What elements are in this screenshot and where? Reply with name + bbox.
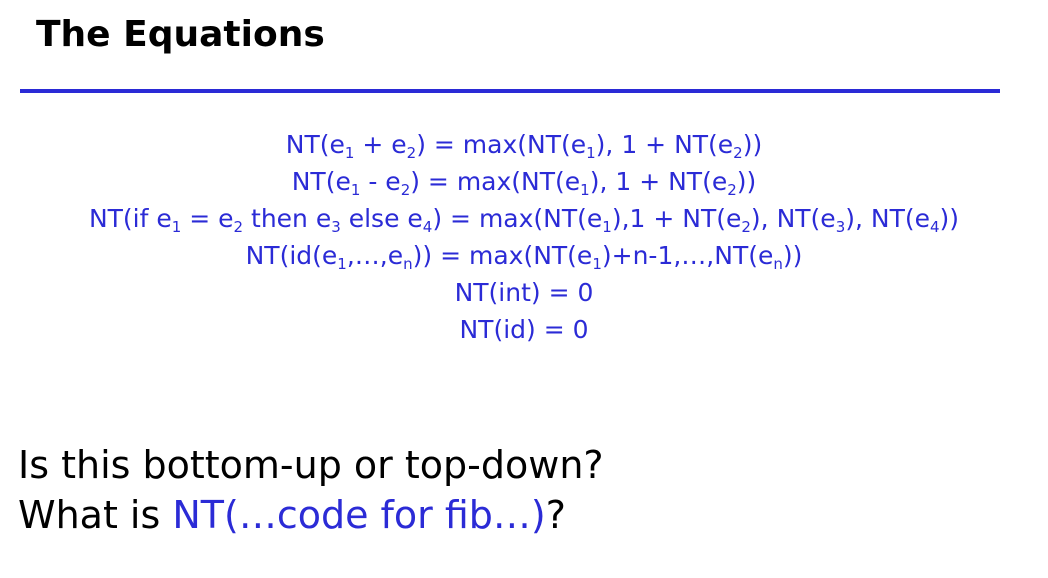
eq-text: = e bbox=[181, 204, 234, 233]
eq-subscript: 4 bbox=[422, 218, 433, 236]
eq-subscript: 2 bbox=[727, 181, 737, 199]
equation-int: NT(int) = 0 bbox=[454, 278, 594, 307]
eq-text: )) bbox=[742, 130, 763, 159]
question-fib-highlight: NT(…code for fib…) bbox=[172, 493, 546, 537]
eq-subscript: 3 bbox=[331, 218, 341, 236]
eq-text: )) bbox=[782, 241, 803, 270]
eq-text: )) bbox=[736, 167, 757, 196]
equation-minus: NT(e1 - e2) = max(NT(e1), 1 + NT(e2)) bbox=[0, 163, 1048, 200]
slide-title: The Equations bbox=[36, 14, 325, 55]
question-fib-prefix: What is bbox=[18, 493, 173, 537]
eq-text: ) = max(NT(e bbox=[416, 130, 587, 159]
eq-subscript: 2 bbox=[741, 218, 751, 236]
eq-text: ), 1 + NT(e bbox=[589, 167, 728, 196]
eq-subscript: 1 bbox=[350, 181, 361, 199]
eq-text: else e bbox=[340, 204, 423, 233]
eq-subscript: 1 bbox=[592, 255, 602, 273]
eq-subscript: 1 bbox=[337, 255, 347, 273]
eq-subscript: 1 bbox=[580, 181, 590, 199]
eq-text: ) = max(NT(e bbox=[432, 204, 603, 233]
eq-subscript: 1 bbox=[344, 144, 355, 162]
eq-text: ,…,e bbox=[346, 241, 404, 270]
eq-subscript: 1 bbox=[586, 144, 596, 162]
eq-subscript: 2 bbox=[233, 218, 244, 236]
equation-call: NT(id(e1,…,en)) = max(NT(e1)+n-1,…,NT(en… bbox=[0, 237, 1048, 274]
eq-text: )) = max(NT(e bbox=[412, 241, 593, 270]
eq-text: )+n-1,…,NT(e bbox=[601, 241, 774, 270]
equations-block: NT(e1 + e2) = max(NT(e1), 1 + NT(e2)) NT… bbox=[0, 126, 1048, 348]
eq-text: ) = max(NT(e bbox=[410, 167, 581, 196]
title-underline bbox=[20, 89, 1000, 93]
question-fib-suffix: ? bbox=[545, 493, 566, 537]
eq-text: + e bbox=[354, 130, 407, 159]
eq-text: NT(id(e bbox=[245, 241, 338, 270]
eq-text: ), NT(e bbox=[750, 204, 836, 233]
equation-id: NT(id) = 0 bbox=[459, 315, 589, 344]
eq-text: NT(e bbox=[285, 130, 345, 159]
eq-text: ), NT(e bbox=[845, 204, 930, 233]
eq-text: - e bbox=[360, 167, 401, 196]
eq-subscript: 4 bbox=[930, 218, 940, 236]
eq-subscript: n bbox=[773, 255, 783, 273]
eq-subscript: 3 bbox=[835, 218, 846, 236]
eq-subscript: n bbox=[403, 255, 413, 273]
questions-block: Is this bottom-up or top-down? What is N… bbox=[18, 440, 604, 540]
eq-text: ),1 + NT(e bbox=[611, 204, 742, 233]
eq-text: then e bbox=[243, 204, 332, 233]
eq-subscript: 2 bbox=[400, 181, 411, 199]
eq-text: )) bbox=[939, 204, 960, 233]
eq-subscript: 1 bbox=[602, 218, 612, 236]
eq-subscript: 1 bbox=[171, 218, 182, 236]
equation-plus: NT(e1 + e2) = max(NT(e1), 1 + NT(e2)) bbox=[0, 126, 1048, 163]
eq-subscript: 2 bbox=[406, 144, 417, 162]
eq-text: NT(if e bbox=[88, 204, 172, 233]
eq-subscript: 2 bbox=[733, 144, 743, 162]
question-fib: What is NT(…code for fib…)? bbox=[18, 490, 604, 540]
question-direction: Is this bottom-up or top-down? bbox=[18, 443, 604, 487]
equation-if: NT(if e1 = e2 then e3 else e4) = max(NT(… bbox=[0, 200, 1048, 237]
eq-text: ), 1 + NT(e bbox=[595, 130, 734, 159]
eq-text: NT(e bbox=[291, 167, 351, 196]
